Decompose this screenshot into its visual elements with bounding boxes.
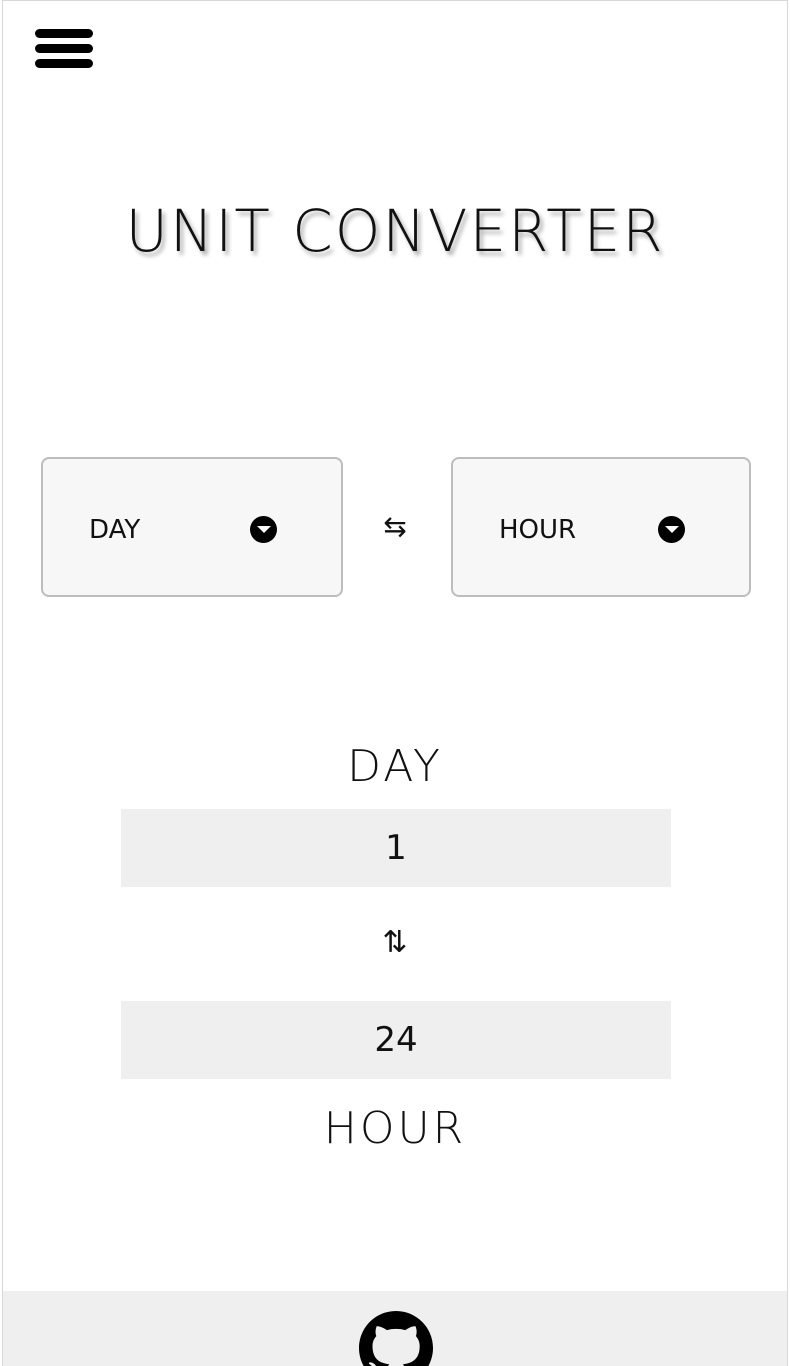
page-title: UNIT CONVERTER [125, 197, 665, 265]
to-unit-select-label: HOUR [499, 515, 577, 545]
caret-down-circle-icon [250, 516, 277, 543]
hamburger-menu-icon[interactable] [35, 29, 93, 69]
to-value-input[interactable] [121, 1001, 671, 1079]
from-unit-select[interactable]: DAY [41, 457, 343, 597]
from-value-input[interactable] [121, 809, 671, 887]
caret-down-circle-icon [658, 516, 685, 543]
from-unit-label: DAY [347, 741, 443, 792]
page: UNIT CONVERTER DAY ⇆ HOUR DAY ⇅ HOUR [2, 0, 788, 1366]
github-icon[interactable] [359, 1311, 433, 1366]
footer [3, 1291, 787, 1366]
to-unit-select[interactable]: HOUR [451, 457, 751, 597]
from-unit-select-label: DAY [89, 515, 141, 545]
swap-vertical-icon[interactable]: ⇅ [380, 923, 410, 963]
swap-horizontal-icon[interactable]: ⇆ [379, 511, 411, 543]
to-unit-label: HOUR [323, 1103, 467, 1154]
